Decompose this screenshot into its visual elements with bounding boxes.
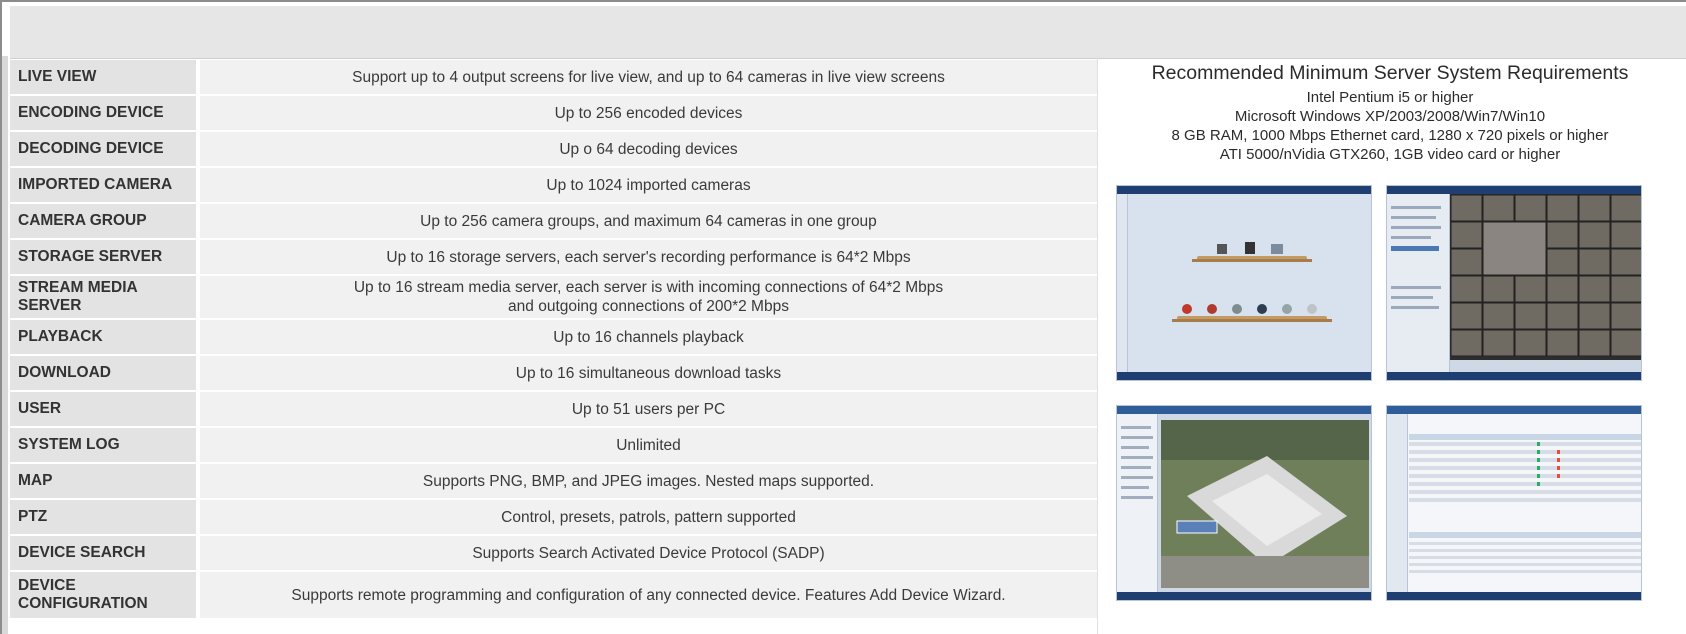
- spec-label: SYSTEM LOG: [10, 428, 196, 462]
- window-statusbar: [1117, 372, 1371, 380]
- map-screenshot: [1116, 405, 1372, 601]
- table-row: DEVICE CONFIGURATION Supports remote pro…: [10, 572, 1097, 618]
- spec-value: Supports Search Activated Device Protoco…: [200, 536, 1097, 570]
- aerial-map-graphic: [1121, 420, 1369, 588]
- spec-value-line: and outgoing connections of 200*2 Mbps: [508, 298, 789, 315]
- requirement-line: Intel Pentium i5 or higher: [1306, 89, 1474, 106]
- spec-label: PLAYBACK: [10, 320, 196, 354]
- table-row: PLAYBACK Up to 16 channels playback: [10, 320, 1097, 354]
- requirements-title: Recommended Minimum Server System Requir…: [1151, 62, 1629, 84]
- spec-label: ENCODING DEVICE: [10, 96, 196, 130]
- spec-value-line: Up to 16 stream media server, each serve…: [353, 279, 944, 296]
- spec-value: Up to 16 stream media server, each serve…: [200, 276, 1097, 318]
- spec-label: DEVICE CONFIGURATION: [10, 572, 196, 618]
- table-row: ENCODING DEVICE Up to 256 encoded device…: [10, 96, 1097, 130]
- spec-value: Supports remote programming and configur…: [200, 572, 1097, 618]
- spec-value: Up to 256 encoded devices: [200, 96, 1097, 130]
- table-row: IMPORTED CAMERA Up to 1024 imported came…: [10, 168, 1097, 202]
- control-panel-graphic: [1128, 194, 1371, 374]
- spec-label: PTZ: [10, 500, 196, 534]
- spec-label: STORAGE SERVER: [10, 240, 196, 274]
- header-bar: [10, 6, 1686, 59]
- specifications-table: LIVE VIEW Support up to 4 output screens…: [10, 58, 1097, 620]
- server-requirements: Recommended Minimum Server System Requir…: [1100, 60, 1680, 164]
- device-list-graphic: [1409, 434, 1641, 573]
- spec-label: STREAM MEDIA SERVER: [10, 276, 196, 318]
- table-row: USER Up to 51 users per PC: [10, 392, 1097, 426]
- control-panel-screenshot: [1116, 185, 1372, 381]
- window-statusbar: [1387, 592, 1641, 600]
- table-row: DOWNLOAD Up to 16 simultaneous download …: [10, 356, 1097, 390]
- spec-value: Up to 1024 imported cameras: [200, 168, 1097, 202]
- spec-value: Up to 16 simultaneous download tasks: [200, 356, 1097, 390]
- spec-label: MAP: [10, 464, 196, 498]
- table-row: DEVICE SEARCH Supports Search Activated …: [10, 536, 1097, 570]
- spec-label: USER: [10, 392, 196, 426]
- table-row: STREAM MEDIA SERVER Up to 16 stream medi…: [10, 276, 1097, 318]
- column-divider: [1097, 56, 1098, 634]
- table-row: SYSTEM LOG Unlimited: [10, 428, 1097, 462]
- spec-value: Unlimited: [200, 428, 1097, 462]
- spec-value: Up to 16 storage servers, each server's …: [200, 240, 1097, 274]
- camera-grid-graphic: [1391, 194, 1641, 360]
- spec-value: Up to 16 channels playback: [200, 320, 1097, 354]
- table-row: MAP Supports PNG, BMP, and JPEG images. …: [10, 464, 1097, 498]
- table-row: PTZ Control, presets, patrols, pattern s…: [10, 500, 1097, 534]
- spec-label: CAMERA GROUP: [10, 204, 196, 238]
- spec-label: DEVICE SEARCH: [10, 536, 196, 570]
- table-row: LIVE VIEW Support up to 4 output screens…: [10, 60, 1097, 94]
- table-row: STORAGE SERVER Up to 16 storage servers,…: [10, 240, 1097, 274]
- spec-value: Control, presets, patrols, pattern suppo…: [200, 500, 1097, 534]
- left-gutter: [2, 56, 8, 634]
- window-statusbar: [1387, 372, 1641, 380]
- spec-label: DOWNLOAD: [10, 356, 196, 390]
- requirement-line: ATI 5000/nVidia GTX260, 1GB video card o…: [1219, 146, 1561, 163]
- table-row: CAMERA GROUP Up to 256 camera groups, an…: [10, 204, 1097, 238]
- spec-label: DECODING DEVICE: [10, 132, 196, 166]
- spec-value: Up to 256 camera groups, and maximum 64 …: [200, 204, 1097, 238]
- window-statusbar: [1117, 592, 1371, 600]
- spec-value: Up to 51 users per PC: [200, 392, 1097, 426]
- spec-value: Support up to 4 output screens for live …: [200, 60, 1097, 94]
- live-view-screenshot: [1386, 185, 1642, 381]
- spec-value: Up o 64 decoding devices: [200, 132, 1097, 166]
- spec-label: IMPORTED CAMERA: [10, 168, 196, 202]
- spec-value: Supports PNG, BMP, and JPEG images. Nest…: [200, 464, 1097, 498]
- requirement-line: Microsoft Windows XP/2003/2008/Win7/Win1…: [1234, 108, 1546, 125]
- spec-label: LIVE VIEW: [10, 60, 196, 94]
- requirement-line: 8 GB RAM, 1000 Mbps Ethernet card, 1280 …: [1171, 127, 1609, 144]
- device-management-screenshot: [1386, 405, 1642, 601]
- table-row: DECODING DEVICE Up o 64 decoding devices: [10, 132, 1097, 166]
